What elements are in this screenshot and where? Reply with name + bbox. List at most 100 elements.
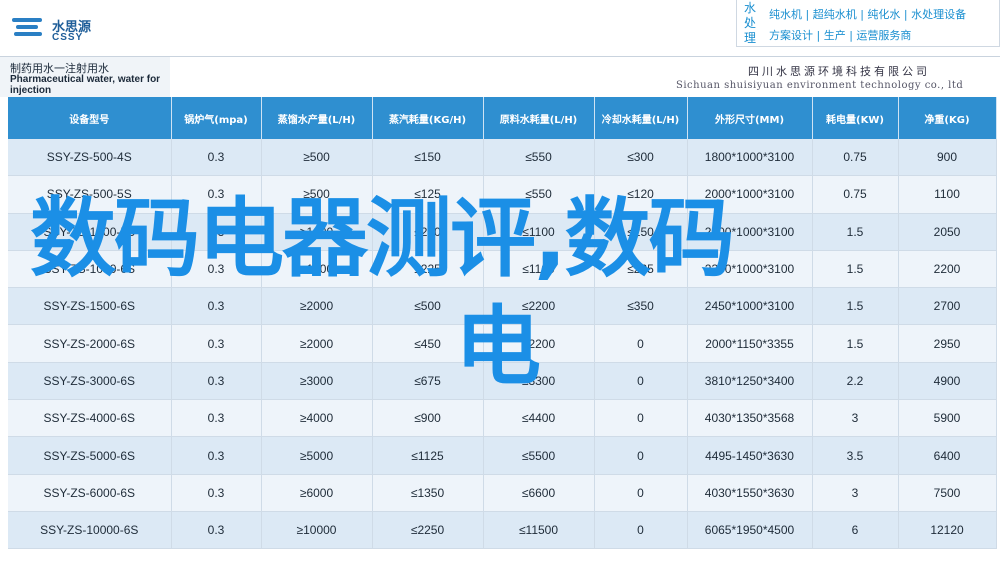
table-cell: 0.3 — [171, 139, 262, 177]
table-cell: SSY-ZS-1500-6S — [8, 287, 172, 326]
table-cell: 900 — [898, 139, 997, 177]
table-row: SSY-ZS-10000-6S 0.3 ≥10000 ≤2250 ≤11500 0 6065… — [8, 511, 997, 550]
logo-text-en: CSSY — [52, 32, 84, 43]
table-cell: 1.5 — [812, 324, 899, 363]
table-cell: ≤11500 — [483, 511, 595, 550]
column-header: 蒸汽耗量(KG/H) — [372, 97, 484, 139]
table-cell: SSY-ZS-2000-6S — [8, 324, 172, 363]
table-cell: 6065*1950*4500 — [687, 511, 813, 550]
logo-mark-icon — [12, 14, 44, 42]
table-cell: 0 — [594, 436, 688, 475]
column-header: 外形尺寸(MM) — [687, 97, 813, 139]
table-cell: 4030*1350*3568 — [687, 399, 813, 438]
table-cell: 0.3 — [171, 362, 262, 401]
table-cell: SSY-ZS-4000-6S — [8, 399, 172, 438]
table-cell: 1.5 — [812, 213, 899, 251]
table-cell: 4495-1450*3630 — [687, 436, 813, 475]
table-cell: ≥4000 — [261, 399, 373, 438]
column-header: 冷却水耗量(L/H) — [594, 97, 688, 139]
table-cell: 0 — [594, 474, 688, 512]
table-cell: SSY-ZS-10000-6S — [8, 511, 172, 550]
column-header: 设备型号 — [8, 97, 172, 139]
table-cell: 0.3 — [171, 324, 262, 363]
table-cell: 0.3 — [171, 474, 262, 512]
table-cell: ≤1125 — [372, 436, 484, 475]
table-cell: 2000*1150*3355 — [687, 324, 813, 363]
table-cell: 3.5 — [812, 436, 899, 475]
table-cell: 6400 — [898, 436, 997, 475]
top-bar: 水思源 CSSY 水 处 理 纯水机 | 超纯水机 | 纯化水 | 水处理设备 … — [0, 0, 1000, 56]
table-cell: ≥10000 — [261, 511, 373, 550]
company-logo[interactable]: 水思源 CSSY — [12, 14, 122, 48]
table-cell: 1.5 — [812, 250, 899, 289]
table-cell: ≥6000 — [261, 474, 373, 512]
table-cell: 0.3 — [171, 399, 262, 438]
table-cell: 0.3 — [171, 511, 262, 550]
table-cell: 2050 — [898, 213, 997, 251]
column-header: 蒸馏水产量(L/H) — [261, 97, 373, 139]
table-row: SSY-ZS-500-4S 0.3 ≥500 ≤150 ≤550 ≤300 1800*100… — [8, 139, 997, 177]
table-cell: ≤300 — [594, 139, 688, 177]
table-cell: 1.5 — [812, 287, 899, 326]
table-cell: ≤900 — [372, 399, 484, 438]
table-cell: 4900 — [898, 362, 997, 401]
overlay-title: 数码电器测评,数码 — [30, 189, 735, 289]
table-cell: 2.2 — [812, 362, 899, 401]
table-cell: 12120 — [898, 511, 997, 550]
table-cell: ≥5000 — [261, 436, 373, 475]
brand-vertical: 水 处 理 — [743, 1, 756, 45]
table-row: SSY-ZS-6000-6S 0.3 ≥6000 ≤1350 ≤6600 0 4030*15… — [8, 474, 997, 512]
table-cell: SSY-ZS-6000-6S — [8, 474, 172, 512]
table-row: SSY-ZS-4000-6S 0.3 ≥4000 ≤900 ≤4400 0 4030*135… — [8, 399, 997, 438]
table-cell: 3810*1250*3400 — [687, 362, 813, 401]
table-cell: 0 — [594, 511, 688, 550]
table-cell: 0.3 — [171, 436, 262, 475]
table-cell: 4030*1550*3630 — [687, 474, 813, 512]
table-cell: ≥2000 — [261, 287, 373, 326]
company-name-cn: 四川水思源环境科技有限公司 — [748, 65, 930, 78]
table-cell: 0 — [594, 362, 688, 401]
table-cell: ≤350 — [594, 287, 688, 326]
table-cell: 2200 — [898, 250, 997, 289]
brand-line-products: 纯水机 | 超纯水机 | 纯化水 | 水处理设备 — [769, 8, 967, 21]
column-header: 耗电量(KW) — [812, 97, 899, 139]
table-cell: SSY-ZS-5000-6S — [8, 436, 172, 475]
table-cell: 3 — [812, 399, 899, 438]
table-cell: ≤6600 — [483, 474, 595, 512]
table-cell: 2700 — [898, 287, 997, 326]
table-cell: ≤150 — [372, 139, 484, 177]
table-cell: SSY-ZS-3000-6S — [8, 362, 172, 401]
company-name-en: Sichuan shuisiyuan environment technolog… — [676, 80, 964, 91]
table-cell: ≥3000 — [261, 362, 373, 401]
table-cell: 3 — [812, 474, 899, 512]
table-cell: ≥500 — [261, 139, 373, 177]
column-header: 锅炉气(mpa) — [171, 97, 262, 139]
table-cell: 7500 — [898, 474, 997, 512]
column-header: 净重(KG) — [898, 97, 997, 139]
table-row: SSY-ZS-5000-6S 0.3 ≥5000 ≤1125 ≤5500 0 4495-14… — [8, 436, 997, 475]
table-cell: ≤550 — [483, 139, 595, 177]
table-cell: 2450*1000*3100 — [687, 287, 813, 326]
table-cell: ≤4400 — [483, 399, 595, 438]
table-cell: SSY-ZS-500-4S — [8, 139, 172, 177]
table-header-row: 设备型号 锅炉气(mpa) 蒸馏水产量(L/H) 蒸汽耗量(KG/H) 原料水耗量(L/… — [8, 97, 997, 139]
table-cell: ≤1350 — [372, 474, 484, 512]
table-cell: 0 — [594, 324, 688, 363]
table-cell: 5900 — [898, 399, 997, 438]
brand-line-services: 方案设计 | 生产 | 运营服务商 — [769, 29, 912, 42]
table-cell: 1100 — [898, 175, 997, 214]
table-cell: 0.75 — [812, 139, 899, 177]
title-en: Pharmaceutical water, water for injectio… — [10, 74, 161, 96]
brand-box: 水 处 理 纯水机 | 超纯水机 | 纯化水 | 水处理设备 方案设计 | 生产… — [736, 0, 1000, 47]
table-cell: ≥2000 — [261, 324, 373, 363]
table-cell: 0.75 — [812, 175, 899, 214]
table-cell: 2950 — [898, 324, 997, 363]
column-header: 原料水耗量(L/H) — [483, 97, 595, 139]
document-title: 制药用水一注射用水 Pharmaceutical water, water fo… — [0, 57, 170, 97]
table-cell: 6 — [812, 511, 899, 550]
overlay-title-line2: 电 — [455, 297, 541, 397]
table-cell: 0.3 — [171, 287, 262, 326]
table-cell: ≤5500 — [483, 436, 595, 475]
table-cell: ≤2250 — [372, 511, 484, 550]
table-cell: 1800*1000*3100 — [687, 139, 813, 177]
